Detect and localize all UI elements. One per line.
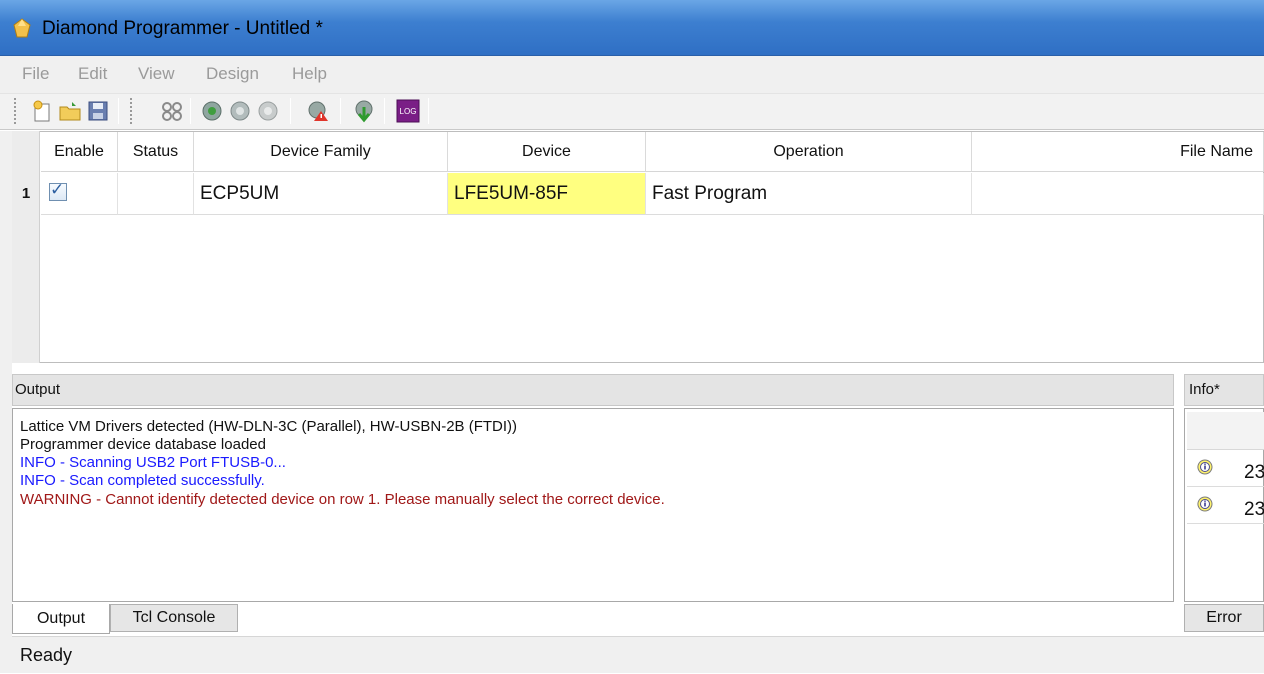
column-header-status[interactable]: Status xyxy=(118,132,194,172)
tab-error[interactable]: Error xyxy=(1184,604,1264,632)
info-message-text: 23 xyxy=(1244,499,1264,520)
checkmark-icon: ✓ xyxy=(50,180,65,199)
toolbar-separator xyxy=(190,98,191,124)
log-line: Programmer device database loaded xyxy=(20,436,266,453)
menu-edit[interactable]: Edit xyxy=(78,64,107,84)
info-icon xyxy=(1197,496,1213,512)
cable-settings-icon[interactable] xyxy=(306,99,330,123)
log-line-info: INFO - Scan completed successfully. xyxy=(20,472,265,489)
status-bar: Ready xyxy=(12,636,1264,673)
log-icon-label: LOG xyxy=(400,107,417,116)
menu-file[interactable]: File xyxy=(22,64,49,84)
toolbar: LOG xyxy=(0,94,1264,130)
toolbar-grip[interactable] xyxy=(14,98,17,124)
menu-bar: File Edit View Design Help xyxy=(0,56,1264,94)
scan-icon[interactable] xyxy=(160,99,184,123)
log-line-info: INFO - Scanning USB2 Port FTUSB-0... xyxy=(20,454,286,471)
toolbar-separator xyxy=(340,98,341,124)
info-icon xyxy=(1197,459,1213,475)
column-header-operation[interactable]: Operation xyxy=(646,132,972,172)
operation-cell[interactable]: Fast Program xyxy=(646,173,972,215)
status-cell[interactable] xyxy=(118,173,194,215)
title-bar[interactable]: Diamond Programmer - Untitled * xyxy=(0,0,1264,56)
window-left-edge xyxy=(0,131,12,673)
row-number-column xyxy=(12,131,40,363)
info-message-text: 23 xyxy=(1244,462,1264,483)
menu-design[interactable]: Design xyxy=(206,64,259,84)
row-number: 1 xyxy=(21,185,31,202)
column-header-file-name[interactable]: File Name xyxy=(972,132,1264,172)
menu-view[interactable]: View xyxy=(138,64,175,84)
tab-tcl-console[interactable]: Tcl Console xyxy=(110,604,238,632)
download-icon[interactable] xyxy=(352,99,376,123)
file-name-cell[interactable] xyxy=(972,173,1264,215)
app-icon xyxy=(13,18,31,38)
toolbar-grip[interactable] xyxy=(130,98,133,124)
toolbar-separator xyxy=(428,98,429,124)
device-cell[interactable]: LFE5UM-85F xyxy=(448,173,646,215)
menu-help[interactable]: Help xyxy=(292,64,327,84)
log-icon[interactable]: LOG xyxy=(396,99,420,123)
program-alt-icon[interactable] xyxy=(228,99,252,123)
new-project-icon[interactable] xyxy=(30,99,54,123)
output-panel-header: Output xyxy=(12,374,1174,406)
device-family-cell[interactable]: ECP5UM xyxy=(194,173,448,215)
column-header-enable[interactable]: Enable xyxy=(41,132,118,172)
log-line: Lattice VM Drivers detected (HW-DLN-3C (… xyxy=(20,418,518,435)
log-line-warning: WARNING - Cannot identify detected devic… xyxy=(20,491,665,508)
toolbar-separator xyxy=(384,98,385,124)
window-title: Diamond Programmer - Untitled * xyxy=(42,18,323,39)
info-panel-header: Info* xyxy=(1184,374,1264,406)
info-grid-header xyxy=(1187,412,1264,450)
toolbar-separator xyxy=(290,98,291,124)
open-project-icon[interactable] xyxy=(58,99,82,123)
program-disabled-icon[interactable] xyxy=(256,99,280,123)
column-header-device[interactable]: Device xyxy=(448,132,646,172)
tab-output[interactable]: Output xyxy=(12,604,110,634)
toolbar-separator xyxy=(118,98,119,124)
column-header-device-family[interactable]: Device Family xyxy=(194,132,448,172)
program-icon[interactable] xyxy=(200,99,224,123)
save-icon[interactable] xyxy=(86,99,110,123)
